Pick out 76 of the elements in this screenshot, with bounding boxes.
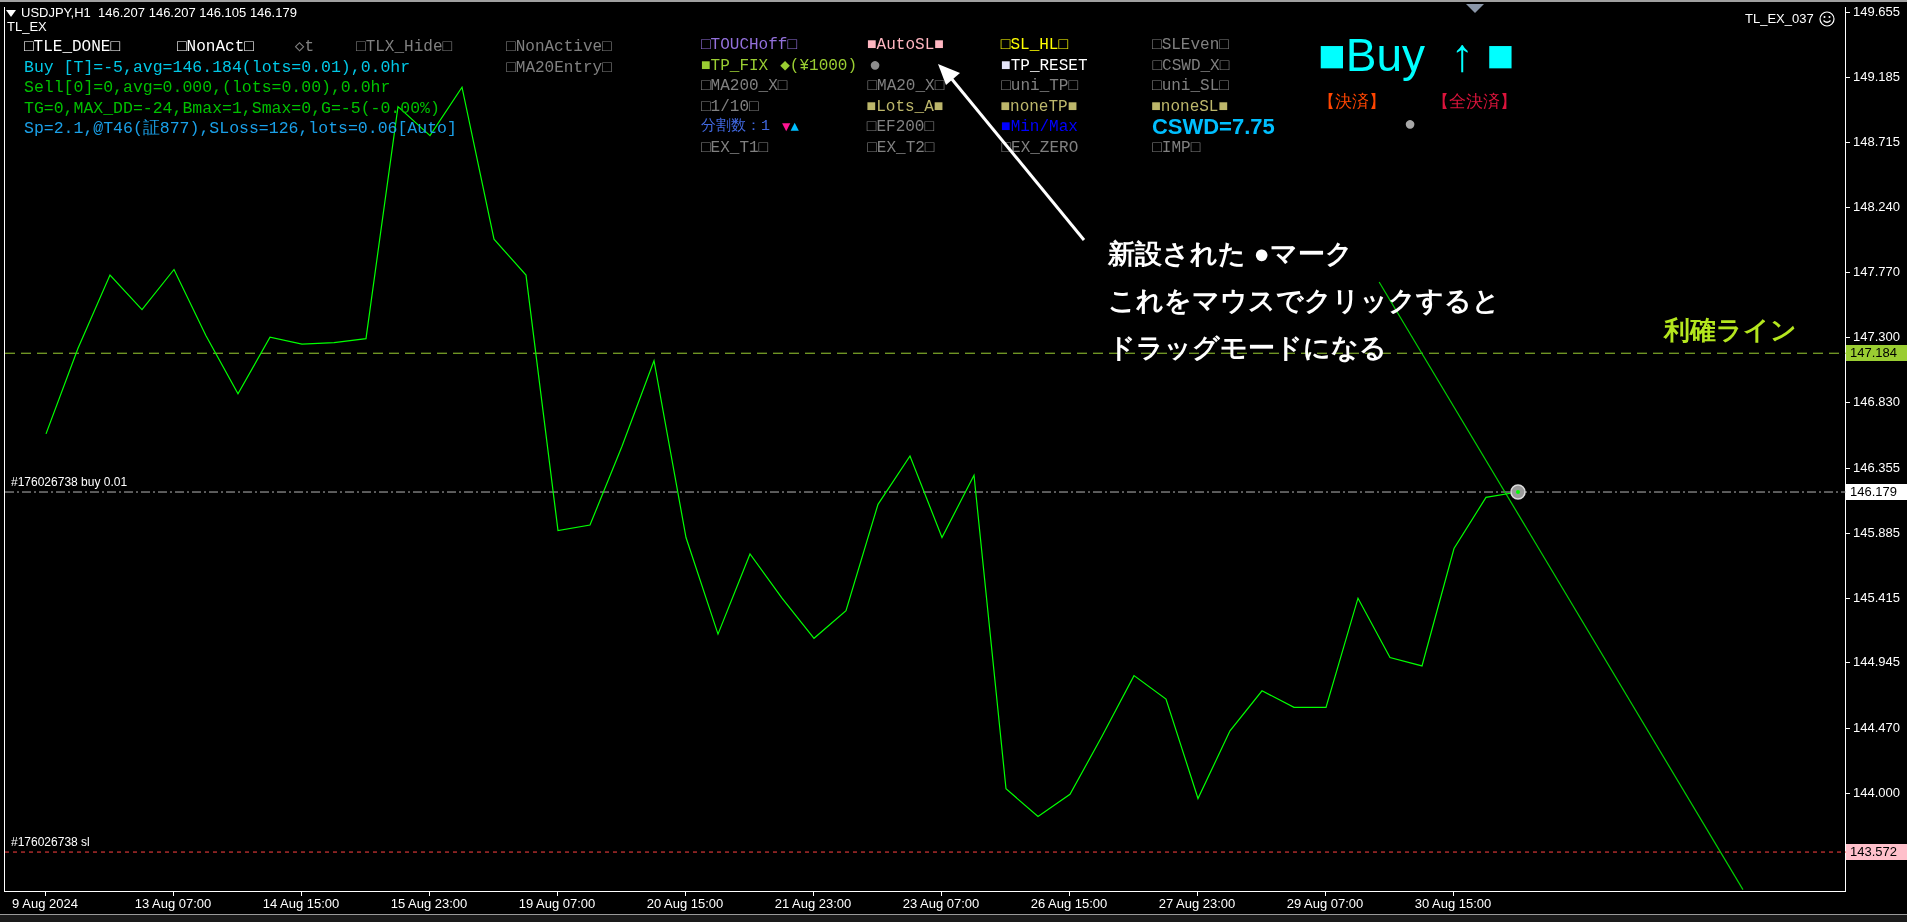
- price-tag: 147.184: [1846, 345, 1907, 362]
- toggle-button[interactable]: ■Lots_A■: [866, 96, 944, 117]
- toggle-button[interactable]: □TLE_DONE□: [24, 37, 120, 58]
- toggle-button[interactable]: □SL_HL□: [1000, 35, 1069, 56]
- price-axis-label: 149.185: [1853, 67, 1900, 85]
- toggle-button[interactable]: □TOUCHoff□: [701, 35, 797, 56]
- toggle-button[interactable]: □MA200_X□: [701, 76, 788, 97]
- toggle-button[interactable]: □uni_SL□: [1152, 76, 1229, 97]
- cswd-value: CSWD=7.75: [1151, 117, 1275, 138]
- price-tag: 146.179: [1846, 484, 1907, 500]
- order-label: #176026738 sl: [11, 835, 90, 851]
- toggle-button[interactable]: □NonActive□: [506, 37, 612, 58]
- toggle-button[interactable]: ■TP_FIX: [701, 55, 769, 76]
- toggle-button[interactable]: ◇t: [294, 37, 315, 58]
- toggle-button[interactable]: □NonAct□: [177, 37, 254, 58]
- order-label: #176026738 buy 0.01: [11, 475, 128, 490]
- toggle-button[interactable]: □MA20Entry□: [506, 57, 612, 78]
- drag-handle[interactable]: ●: [1404, 112, 1517, 134]
- close-button[interactable]: 【全決済】: [1432, 92, 1517, 112]
- time-axis-label: 29 Aug 07:00: [1286, 895, 1364, 912]
- toggle-button[interactable]: ■noneTP■: [1000, 96, 1078, 117]
- toggle-button[interactable]: □SLEven□: [1152, 35, 1229, 56]
- time-axis-label: 30 Aug 15:00: [1414, 895, 1492, 912]
- time-axis-label: 20 Aug 15:00: [646, 895, 724, 912]
- indicator-name: TL_EX: [7, 20, 47, 34]
- toggle-button[interactable]: □CSWD_X□: [1152, 55, 1230, 76]
- price-axis-label: 144.945: [1853, 653, 1900, 671]
- callout-text: これをマウスでクリックすると: [1108, 285, 1500, 318]
- callout-text: 新設された ●マーク: [1108, 238, 1354, 271]
- stepper-arrows[interactable]: ▼▲: [782, 117, 799, 138]
- time-axis-label: 19 Aug 07:00: [518, 895, 596, 912]
- time-axis-label: 13 Aug 07:00: [134, 895, 212, 912]
- amount-label: ◆(¥1000): [780, 55, 858, 76]
- status-text: TG=0,MAX_DD=-24,Bmax=1,Smax=0,G=-5(-0.00%): [24, 98, 440, 119]
- price-axis-label: 147.770: [1853, 263, 1900, 281]
- toggle-button[interactable]: □MA20_X□: [867, 76, 945, 97]
- price-axis-label: 148.715: [1853, 132, 1900, 150]
- close-button[interactable]: 【決済】: [1318, 92, 1386, 112]
- status-text: Sell[0]=0,avg=0.000,(lots=0.00),0.0hr: [24, 78, 391, 99]
- price-axis-label: 146.355: [1853, 458, 1900, 476]
- signal-label: ■Buy ↑ ■: [1318, 30, 1516, 80]
- price-axis-label: 145.885: [1853, 523, 1900, 541]
- time-axis-label: 26 Aug 15:00: [1030, 895, 1108, 912]
- toggle-button[interactable]: □EX_T1□: [701, 137, 769, 158]
- time-axis-label: 21 Aug 23:00: [774, 895, 852, 912]
- toggle-button[interactable]: ■AutoSL■: [867, 35, 944, 56]
- toggle-button[interactable]: □uni_TP□: [1001, 76, 1079, 97]
- time-axis-label: 23 Aug 07:00: [902, 895, 980, 912]
- time-axis-label: 14 Aug 15:00: [262, 895, 340, 912]
- chart-title: USDJPY,H1 146.207 146.207 146.105 146.179: [21, 6, 297, 20]
- price-axis-label: 148.240: [1853, 198, 1900, 216]
- price-axis-label: 149.655: [1853, 2, 1900, 20]
- toggle-button[interactable]: ■TP_RESET: [1001, 55, 1088, 76]
- toggle-button[interactable]: □TLX_Hide□: [356, 37, 453, 58]
- expert-name: TL_EX_037: [1745, 12, 1814, 26]
- price-axis-label: 144.000: [1853, 783, 1900, 801]
- price-axis-label: 146.830: [1853, 393, 1900, 411]
- price-axis-label: 144.470: [1853, 719, 1900, 737]
- split-count-label: 分割数：1: [701, 117, 770, 138]
- price-axis-label: 145.415: [1853, 588, 1900, 606]
- drag-handle[interactable]: ●: [869, 55, 882, 76]
- drag-point-icon: [1510, 484, 1526, 500]
- smiley-icon: [1818, 11, 1835, 27]
- toggle-button[interactable]: □IMP□: [1152, 137, 1201, 158]
- toggle-button[interactable]: □EX_T2□: [867, 137, 935, 158]
- triangle-icon: [1466, 4, 1484, 13]
- time-axis-label: 27 Aug 23:00: [1158, 895, 1236, 912]
- time-axis-label: 9 Aug 2024: [12, 895, 78, 912]
- price-axis-label: 147.300: [1853, 328, 1900, 346]
- toggle-button[interactable]: □EF200□: [866, 117, 935, 138]
- price-tag: 143.572: [1846, 844, 1907, 861]
- toggle-button[interactable]: ■noneSL■: [1151, 96, 1229, 117]
- status-text: Buy [T]=-5,avg=146.184(lots=0.01),0.0hr: [24, 57, 411, 78]
- line-title: 利確ライン: [1664, 314, 1797, 346]
- time-axis-label: 15 Aug 23:00: [390, 895, 468, 912]
- toggle-button[interactable]: □1/10□: [701, 96, 759, 117]
